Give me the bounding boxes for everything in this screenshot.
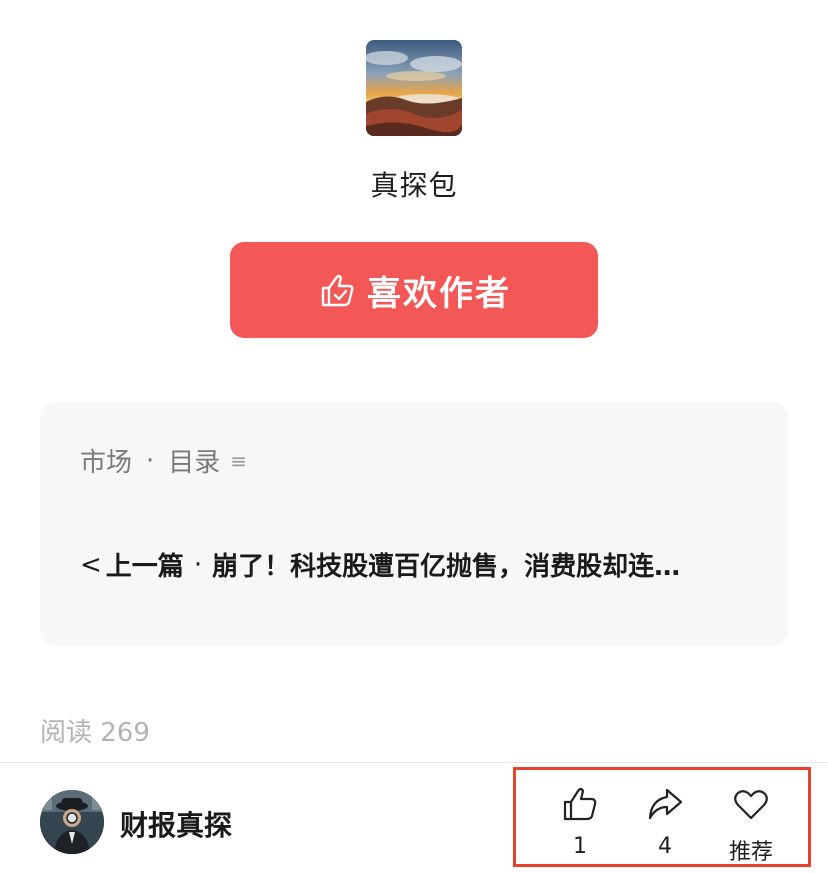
thumbs-up-icon: [321, 274, 354, 307]
account-name[interactable]: 财报真探: [120, 804, 232, 844]
previous-separator: ·: [193, 549, 203, 580]
previous-label: 上一篇: [105, 552, 184, 582]
author-name: 真探包: [370, 169, 458, 202]
collection-category[interactable]: 市场: [80, 442, 132, 479]
collection-header[interactable]: 市场 · 目录 ≡: [80, 442, 247, 479]
share-icon: [648, 788, 683, 820]
like-button[interactable]: 1: [540, 770, 620, 864]
collection-separator: ·: [146, 445, 155, 476]
read-count: 阅读 269: [40, 718, 150, 748]
menu-icon: ≡: [230, 448, 248, 473]
catalog-label[interactable]: 目录: [168, 442, 220, 479]
share-count: 4: [658, 834, 672, 859]
recommend-label: 推荐: [728, 840, 773, 865]
thumbs-up-icon: [563, 787, 597, 821]
previous-article-link[interactable]: < 上一篇 · 崩了！科技股遭百亿抛售，消费股却连…: [80, 546, 760, 583]
divider: [0, 762, 828, 763]
author-avatar-image: [366, 40, 462, 136]
like-count: 1: [573, 834, 587, 859]
share-button[interactable]: 4: [625, 770, 705, 864]
like-author-label: 喜欢作者: [367, 273, 511, 314]
previous-article-title: 崩了！科技股遭百亿抛售，消费股却连…: [212, 552, 681, 582]
like-author-button[interactable]: 喜欢作者: [230, 242, 598, 338]
recommend-button[interactable]: 推荐: [711, 770, 791, 865]
account-avatar[interactable]: [40, 790, 104, 854]
chevron-left-icon: <: [80, 549, 102, 580]
collection-card: 市场 · 目录 ≡ < 上一篇 · 崩了！科技股遭百亿抛售，消费股却连…: [40, 402, 788, 646]
author-avatar[interactable]: [366, 40, 462, 136]
heart-icon: [734, 790, 768, 820]
action-highlight-box: 1 4 推荐: [513, 767, 811, 867]
account-avatar-image: [40, 790, 104, 854]
